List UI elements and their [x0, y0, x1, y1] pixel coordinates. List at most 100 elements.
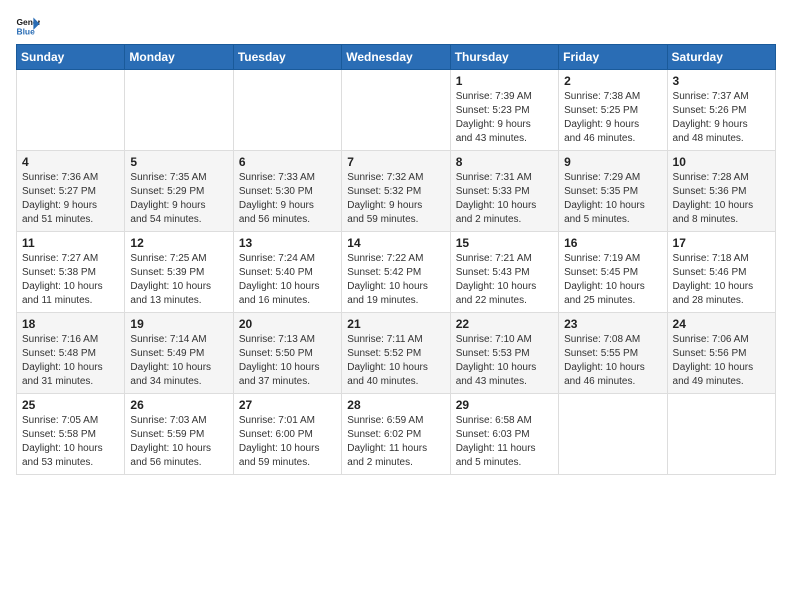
calendar-cell-w1-d2: 6 Sunrise: 7:33 AM Sunset: 5:30 PM Daylig… — [233, 151, 341, 232]
calendar-cell-w2-d4: 15 Sunrise: 7:21 AM Sunset: 5:43 PM Dayli… — [450, 232, 558, 313]
day-number: 29 — [456, 398, 553, 412]
calendar-cell-w0-d6: 3 Sunrise: 7:37 AM Sunset: 5:26 PM Daylig… — [667, 70, 775, 151]
day-info: Sunrise: 7:08 AM Sunset: 5:55 PM Dayligh… — [564, 333, 661, 389]
calendar-cell-w3-d5: 23 Sunrise: 7:08 AM Sunset: 5:55 PM Dayli… — [559, 313, 667, 394]
day-info: Sunrise: 7:36 AM Sunset: 5:27 PM Dayligh… — [22, 171, 119, 227]
day-number: 4 — [22, 155, 119, 169]
calendar-cell-w0-d2 — [233, 70, 341, 151]
day-info: Sunrise: 7:01 AM Sunset: 6:00 PM Dayligh… — [239, 414, 336, 470]
weekday-header-tuesday: Tuesday — [233, 45, 341, 70]
weekday-header-wednesday: Wednesday — [342, 45, 450, 70]
day-info: Sunrise: 7:28 AM Sunset: 5:36 PM Dayligh… — [673, 171, 770, 227]
day-info: Sunrise: 7:25 AM Sunset: 5:39 PM Dayligh… — [130, 252, 227, 308]
day-number: 10 — [673, 155, 770, 169]
calendar-cell-w4-d1: 26 Sunrise: 7:03 AM Sunset: 5:59 PM Dayli… — [125, 394, 233, 475]
day-number: 7 — [347, 155, 444, 169]
svg-text:Blue: Blue — [16, 26, 35, 36]
calendar-cell-w2-d5: 16 Sunrise: 7:19 AM Sunset: 5:45 PM Dayli… — [559, 232, 667, 313]
day-info: Sunrise: 7:03 AM Sunset: 5:59 PM Dayligh… — [130, 414, 227, 470]
day-number: 14 — [347, 236, 444, 250]
calendar-cell-w2-d0: 11 Sunrise: 7:27 AM Sunset: 5:38 PM Dayli… — [17, 232, 125, 313]
day-info: Sunrise: 7:31 AM Sunset: 5:33 PM Dayligh… — [456, 171, 553, 227]
calendar-cell-w2-d1: 12 Sunrise: 7:25 AM Sunset: 5:39 PM Dayli… — [125, 232, 233, 313]
day-number: 1 — [456, 74, 553, 88]
calendar-cell-w4-d0: 25 Sunrise: 7:05 AM Sunset: 5:58 PM Dayli… — [17, 394, 125, 475]
day-info: Sunrise: 7:32 AM Sunset: 5:32 PM Dayligh… — [347, 171, 444, 227]
day-info: Sunrise: 7:35 AM Sunset: 5:29 PM Dayligh… — [130, 171, 227, 227]
weekday-header-friday: Friday — [559, 45, 667, 70]
day-number: 25 — [22, 398, 119, 412]
day-number: 16 — [564, 236, 661, 250]
calendar-cell-w3-d6: 24 Sunrise: 7:06 AM Sunset: 5:56 PM Dayli… — [667, 313, 775, 394]
day-number: 8 — [456, 155, 553, 169]
day-info: Sunrise: 7:18 AM Sunset: 5:46 PM Dayligh… — [673, 252, 770, 308]
day-info: Sunrise: 7:29 AM Sunset: 5:35 PM Dayligh… — [564, 171, 661, 227]
day-info: Sunrise: 7:33 AM Sunset: 5:30 PM Dayligh… — [239, 171, 336, 227]
day-number: 15 — [456, 236, 553, 250]
calendar-cell-w2-d6: 17 Sunrise: 7:18 AM Sunset: 5:46 PM Dayli… — [667, 232, 775, 313]
calendar-cell-w4-d4: 29 Sunrise: 6:58 AM Sunset: 6:03 PM Dayli… — [450, 394, 558, 475]
day-info: Sunrise: 7:06 AM Sunset: 5:56 PM Dayligh… — [673, 333, 770, 389]
day-info: Sunrise: 7:38 AM Sunset: 5:25 PM Dayligh… — [564, 90, 661, 146]
day-info: Sunrise: 7:10 AM Sunset: 5:53 PM Dayligh… — [456, 333, 553, 389]
day-number: 23 — [564, 317, 661, 331]
day-info: Sunrise: 7:21 AM Sunset: 5:43 PM Dayligh… — [456, 252, 553, 308]
day-info: Sunrise: 7:27 AM Sunset: 5:38 PM Dayligh… — [22, 252, 119, 308]
logo: General Blue — [16, 16, 44, 36]
calendar-cell-w1-d5: 9 Sunrise: 7:29 AM Sunset: 5:35 PM Daylig… — [559, 151, 667, 232]
day-info: Sunrise: 7:14 AM Sunset: 5:49 PM Dayligh… — [130, 333, 227, 389]
day-number: 5 — [130, 155, 227, 169]
calendar-cell-w1-d6: 10 Sunrise: 7:28 AM Sunset: 5:36 PM Dayli… — [667, 151, 775, 232]
day-number: 19 — [130, 317, 227, 331]
calendar-cell-w2-d3: 14 Sunrise: 7:22 AM Sunset: 5:42 PM Dayli… — [342, 232, 450, 313]
day-number: 11 — [22, 236, 119, 250]
calendar-cell-w3-d2: 20 Sunrise: 7:13 AM Sunset: 5:50 PM Dayli… — [233, 313, 341, 394]
day-number: 12 — [130, 236, 227, 250]
day-info: Sunrise: 6:58 AM Sunset: 6:03 PM Dayligh… — [456, 414, 553, 470]
calendar-cell-w4-d5 — [559, 394, 667, 475]
day-number: 18 — [22, 317, 119, 331]
calendar-cell-w3-d4: 22 Sunrise: 7:10 AM Sunset: 5:53 PM Dayli… — [450, 313, 558, 394]
day-number: 21 — [347, 317, 444, 331]
day-number: 6 — [239, 155, 336, 169]
day-info: Sunrise: 7:19 AM Sunset: 5:45 PM Dayligh… — [564, 252, 661, 308]
calendar-cell-w0-d0 — [17, 70, 125, 151]
weekday-header-saturday: Saturday — [667, 45, 775, 70]
day-info: Sunrise: 7:22 AM Sunset: 5:42 PM Dayligh… — [347, 252, 444, 308]
day-number: 2 — [564, 74, 661, 88]
weekday-header-sunday: Sunday — [17, 45, 125, 70]
calendar-cell-w4-d3: 28 Sunrise: 6:59 AM Sunset: 6:02 PM Dayli… — [342, 394, 450, 475]
day-info: Sunrise: 7:16 AM Sunset: 5:48 PM Dayligh… — [22, 333, 119, 389]
day-number: 20 — [239, 317, 336, 331]
day-number: 27 — [239, 398, 336, 412]
day-number: 22 — [456, 317, 553, 331]
day-number: 28 — [347, 398, 444, 412]
calendar-cell-w3-d3: 21 Sunrise: 7:11 AM Sunset: 5:52 PM Dayli… — [342, 313, 450, 394]
calendar-cell-w1-d0: 4 Sunrise: 7:36 AM Sunset: 5:27 PM Daylig… — [17, 151, 125, 232]
calendar-cell-w3-d0: 18 Sunrise: 7:16 AM Sunset: 5:48 PM Dayli… — [17, 313, 125, 394]
calendar-cell-w3-d1: 19 Sunrise: 7:14 AM Sunset: 5:49 PM Dayli… — [125, 313, 233, 394]
day-info: Sunrise: 7:05 AM Sunset: 5:58 PM Dayligh… — [22, 414, 119, 470]
day-number: 24 — [673, 317, 770, 331]
day-info: Sunrise: 7:13 AM Sunset: 5:50 PM Dayligh… — [239, 333, 336, 389]
day-info: Sunrise: 7:11 AM Sunset: 5:52 PM Dayligh… — [347, 333, 444, 389]
day-number: 13 — [239, 236, 336, 250]
calendar: SundayMondayTuesdayWednesdayThursdayFrid… — [16, 44, 776, 475]
weekday-header-thursday: Thursday — [450, 45, 558, 70]
calendar-cell-w1-d1: 5 Sunrise: 7:35 AM Sunset: 5:29 PM Daylig… — [125, 151, 233, 232]
day-number: 17 — [673, 236, 770, 250]
day-info: Sunrise: 7:37 AM Sunset: 5:26 PM Dayligh… — [673, 90, 770, 146]
calendar-cell-w0-d5: 2 Sunrise: 7:38 AM Sunset: 5:25 PM Daylig… — [559, 70, 667, 151]
day-number: 26 — [130, 398, 227, 412]
day-number: 9 — [564, 155, 661, 169]
day-info: Sunrise: 6:59 AM Sunset: 6:02 PM Dayligh… — [347, 414, 444, 470]
day-info: Sunrise: 7:39 AM Sunset: 5:23 PM Dayligh… — [456, 90, 553, 146]
calendar-cell-w2-d2: 13 Sunrise: 7:24 AM Sunset: 5:40 PM Dayli… — [233, 232, 341, 313]
calendar-cell-w4-d6 — [667, 394, 775, 475]
weekday-header-monday: Monday — [125, 45, 233, 70]
day-info: Sunrise: 7:24 AM Sunset: 5:40 PM Dayligh… — [239, 252, 336, 308]
calendar-cell-w0-d3 — [342, 70, 450, 151]
calendar-cell-w0-d4: 1 Sunrise: 7:39 AM Sunset: 5:23 PM Daylig… — [450, 70, 558, 151]
calendar-cell-w0-d1 — [125, 70, 233, 151]
day-number: 3 — [673, 74, 770, 88]
